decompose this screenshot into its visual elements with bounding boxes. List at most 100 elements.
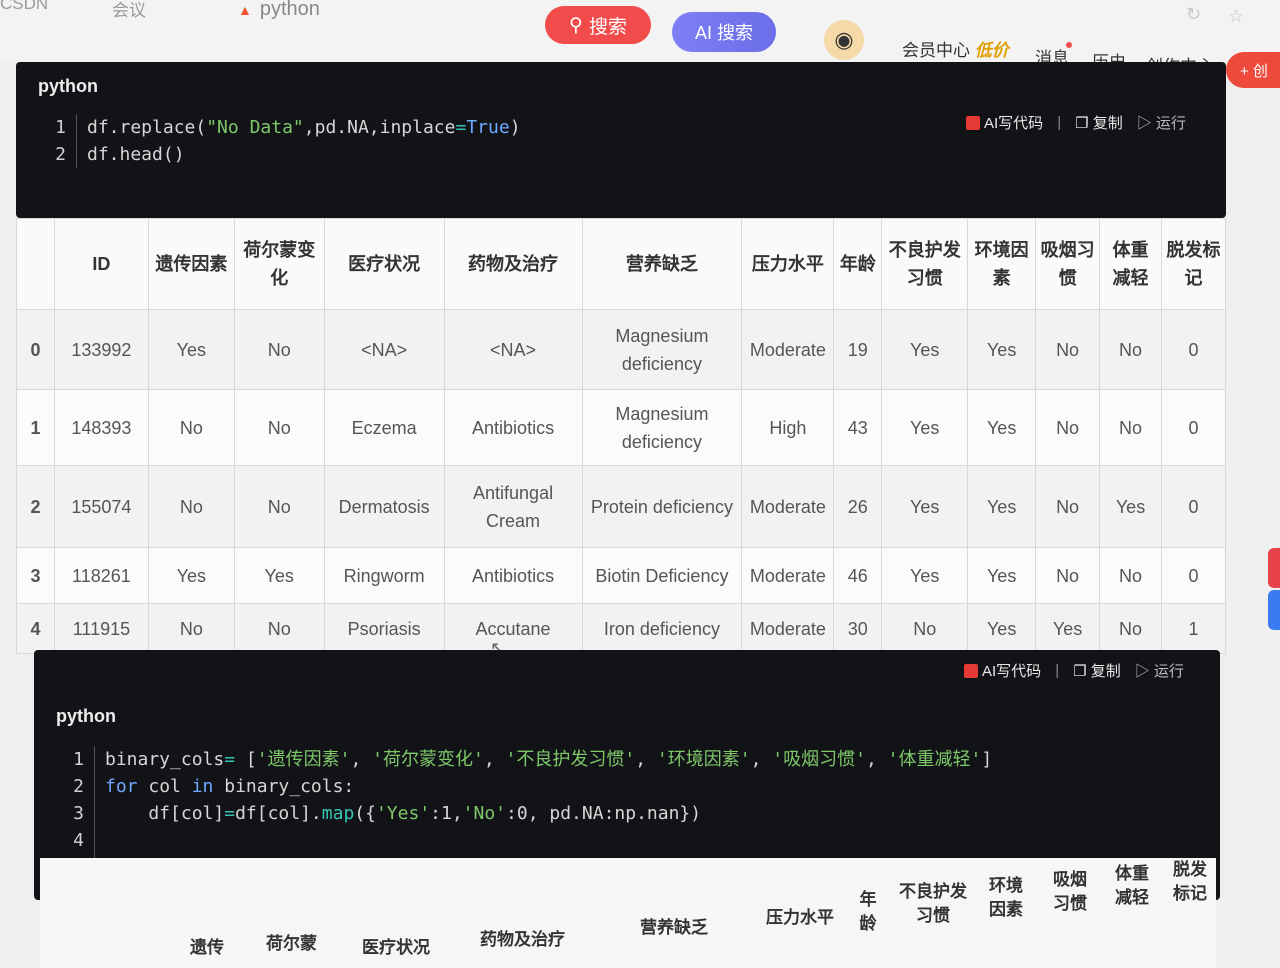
table-cell: 30 [833,603,883,654]
table-cell: 0 [1160,389,1227,466]
row-index: 2 [16,465,55,548]
search-icon: ⚲ [569,14,583,36]
table-cell: Yes [147,309,235,390]
column-header: 吸烟习惯 [1053,870,1087,913]
code-line: 2 for col in binary_cols: [50,773,992,800]
code-line: 4 [50,827,992,854]
monkey-avatar-icon: ◉ [834,27,854,52]
table-cell: 46 [833,547,883,604]
table-cell: Eczema [323,389,445,466]
table-cell: Yes [1035,603,1101,654]
ai-code-button[interactable]: AI写代码 [966,112,1043,133]
table-cell: 118261 [53,547,149,604]
table-cell: 0 [1160,547,1227,604]
column-header: 脱发标记 [1173,860,1207,903]
run-label: 运行 [1155,115,1186,132]
table-cell: 0 [1160,465,1227,548]
create-button-label: + 创 [1240,62,1268,80]
run-button[interactable]: ▷ 运行 [1137,112,1186,133]
table-header-row: ID 遗传因素 荷尔蒙变化 医疗状况 药物及治疗 营养缺乏 压力水平 年龄 不良… [16,218,1227,310]
table-cell: Antibiotics [443,547,583,604]
table-cell: Magnesium deficiency [581,389,743,466]
table-cell: No [233,389,325,466]
table-cell: Antibiotics [443,389,583,466]
table-cell: Dermatosis [323,465,445,548]
column-header: 医疗状况 [323,218,445,310]
column-header: 遗传因素 [147,218,235,310]
table-row: 2 155074 No No Dermatosis Antifungal Cream Pro… [16,465,1227,548]
table-row: 4 111915 No No Psoriasis Accutane Iron deficie… [16,603,1227,654]
table-cell: Antifungal Cream [443,465,583,548]
table-cell: Yes [967,603,1037,654]
code-actions-1: AI写代码 | ❐ 复制 ▷ 运行 [966,112,1186,133]
table-cell: No [1035,547,1101,604]
table-cell: Yes [881,309,969,390]
table-row: 0 133992 Yes No <NA> <NA> Magnesium deficiency… [16,309,1227,390]
table-cell: <NA> [443,309,583,390]
table-cell: Yes [881,389,969,466]
side-widget-blue[interactable] [1268,590,1280,630]
nav-item-csdn[interactable]: CSDN [0,0,48,14]
column-header: 药物及治疗 [480,930,565,949]
nav-item-meeting[interactable]: 会议 [112,0,146,21]
refresh-icon[interactable]: ↻ [1186,4,1201,25]
table-cell: 148393 [53,389,149,466]
code-lines-1[interactable]: 1 df.replace("No Data",pd.NA,inplace=True… [32,114,521,168]
table-row: 3 118261 Yes Yes Ringworm Antibiotics Biotin D… [16,547,1227,604]
tab-python[interactable]: ▲ python [238,0,320,21]
copy-button[interactable]: ❐ 复制 [1073,660,1121,681]
table-cell: Accutane [443,603,583,654]
column-header: 年龄 [859,890,877,933]
table-cell: Psoriasis [323,603,445,654]
column-header: 压力水平 [741,218,835,310]
table-cell: Biotin Deficiency [581,547,743,604]
table-cell: 19 [833,309,883,390]
nav-link-member-center[interactable]: 会员中心 低价 [902,36,1009,61]
code-actions-2: AI写代码 | ❐ 复制 ▷ 运行 [964,660,1184,681]
table-cell: 1 [1160,603,1227,654]
table-cell: No [1035,309,1101,390]
tab-python-label: python [259,0,320,20]
run-button[interactable]: ▷ 运行 [1135,660,1184,681]
search-button[interactable]: ⚲ 搜索 [545,6,651,44]
column-header: 吸烟习惯 [1035,218,1101,310]
table-cell: Yes [967,465,1037,548]
side-widget-red[interactable] [1268,548,1280,588]
table-cell: No [1035,389,1101,466]
line-number: 2 [50,773,95,800]
code-line: 2 df.head() [32,141,521,168]
column-header: 药物及治疗 [443,218,583,310]
star-icon[interactable]: ☆ [1228,6,1244,27]
code-line: 3 df[col]=df[col].map({'Yes':1,'No':0, p… [50,800,992,827]
table-cell: No [1099,603,1162,654]
row-index: 0 [16,309,55,390]
avatar[interactable]: ◉ [824,20,864,60]
table-cell: No [147,603,235,654]
ai-code-label: AI写代码 [982,663,1042,680]
vip-badge: 低价 [974,41,1009,60]
table-cell: Yes [967,389,1037,466]
copy-icon: ❐ [1073,663,1091,680]
table-cell: Ringworm [323,547,445,604]
column-header: 遗传 [190,938,224,957]
notification-dot [1066,42,1072,48]
ai-code-icon [964,664,978,678]
table-cell: No [1035,465,1101,548]
ai-search-button-label: AI 搜索 [694,23,753,43]
table-cell: 43 [833,389,883,466]
ai-code-button[interactable]: AI写代码 [964,660,1041,681]
ai-search-button[interactable]: AI 搜索 [672,12,776,52]
copy-icon: ❐ [1075,115,1093,132]
column-header: 不良护发习惯 [899,882,967,925]
table-cell: Moderate [741,547,835,604]
code-line: 1 binary_cols= ['遗传因素', '荷尔蒙变化', '不良护发习惯'… [50,746,992,773]
top-navigation-bar: CSDN 会议 ▲ python ⚲ 搜索 AI 搜索 ◉ 会员中心 低价 消息 … [0,0,1280,76]
table-cell: No [1099,389,1162,466]
create-button[interactable]: + 创 [1226,52,1280,88]
column-header: 脱发标记 [1160,218,1227,310]
line-number: 4 [50,827,95,854]
column-header: 年龄 [833,218,883,310]
dataframe-output-table: ID 遗传因素 荷尔蒙变化 医疗状况 药物及治疗 营养缺乏 压力水平 年龄 不良… [16,218,1227,654]
copy-button[interactable]: ❐ 复制 [1075,112,1123,133]
column-header: 营养缺乏 [640,918,708,937]
